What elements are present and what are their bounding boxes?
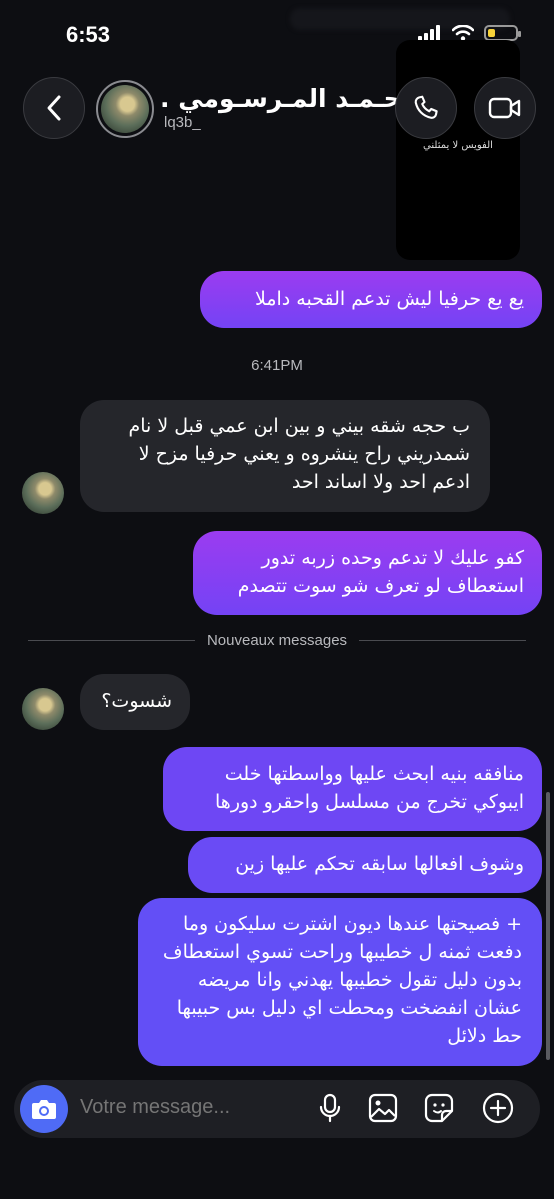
chevron-left-icon <box>47 95 61 121</box>
message-timestamp: 6:41PM <box>251 357 303 374</box>
camera-button[interactable] <box>20 1085 68 1133</box>
sticker-icon <box>424 1093 454 1123</box>
message-input[interactable] <box>80 1096 300 1119</box>
message-text: منافقه بنيه ابحث عليها وواسطتها خلت ايبو… <box>215 763 524 813</box>
camera-icon <box>32 1100 56 1119</box>
contact-name[interactable]: محـمـد المـرسـومي . <box>160 84 417 113</box>
battery-icon <box>484 25 521 41</box>
message-bubble-received[interactable]: شسوت؟ <box>80 674 190 730</box>
status-time: 6:53 <box>66 22 111 47</box>
divider-label: Nouveaux messages <box>206 631 348 649</box>
back-button[interactable] <box>23 77 85 139</box>
message-bubble-sent[interactable]: وشوف افعالها سابقه تحكم عليها زين <box>188 837 542 893</box>
message-text: ب حجه شقه بيني و بين ابن عمي قبل لا نام … <box>128 415 470 493</box>
scrollbar[interactable] <box>546 792 550 1060</box>
message-text: وشوف افعالها سابقه تحكم عليها زين <box>235 853 524 875</box>
story-preview[interactable]: الفويس لا يمثلني <box>396 40 520 260</box>
phone-icon <box>414 95 438 119</box>
contact-handle[interactable]: lq3b_ <box>164 114 201 131</box>
plus-circle-icon <box>482 1092 514 1124</box>
message-bubble-sent[interactable]: كفو عليك لا تدعم وحده زربه تدور استعطاف … <box>193 531 542 615</box>
video-camera-icon <box>488 97 521 119</box>
message-text: + فصيحتها عندها ديون اشترت سليكون وما دف… <box>162 913 522 1047</box>
story-text: الفويس لا يمثلني <box>423 140 493 151</box>
message-bubble-received[interactable]: ب حجه شقه بيني و بين ابن عمي قبل لا نام … <box>80 400 490 512</box>
message-text: شسوت؟ <box>101 690 172 712</box>
cellular-signal-icon <box>418 25 440 41</box>
microphone-button[interactable] <box>314 1092 346 1124</box>
message-bubble-sent[interactable]: + فصيحتها عندها ديون اشترت سليكون وما دف… <box>138 898 542 1066</box>
microphone-icon <box>319 1093 341 1123</box>
gallery-button[interactable] <box>367 1092 399 1124</box>
message-bubble-sent[interactable]: منافقه بنيه ابحث عليها وواسطتها خلت ايبو… <box>163 747 542 831</box>
sender-avatar[interactable] <box>22 472 64 514</box>
audio-call-button[interactable] <box>395 77 457 139</box>
status-icons <box>418 25 521 41</box>
message-text: كفو عليك لا تدعم وحده زربه تدور استعطاف … <box>237 547 524 597</box>
message-text: يع يع حرفيا ليش تدعم القحبه داملا <box>255 288 524 310</box>
message-bubble-sent[interactable]: يع يع حرفيا ليش تدعم القحبه داملا <box>200 271 542 328</box>
contact-avatar[interactable] <box>96 80 154 138</box>
add-button[interactable] <box>482 1092 514 1124</box>
sticker-button[interactable] <box>423 1092 455 1124</box>
new-messages-divider: Nouveaux messages <box>28 630 527 650</box>
avatar-image <box>101 85 149 133</box>
sender-avatar[interactable] <box>22 688 64 730</box>
video-call-button[interactable] <box>474 77 536 139</box>
wifi-icon <box>452 25 474 41</box>
image-icon <box>368 1093 398 1123</box>
